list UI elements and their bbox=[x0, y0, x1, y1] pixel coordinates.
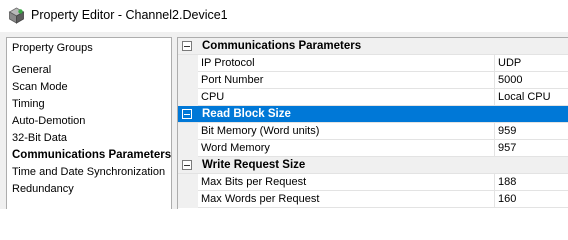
property-row[interactable]: IP Protocol UDP bbox=[178, 55, 568, 72]
category-label: Read Block Size bbox=[202, 108, 291, 120]
category-label: Write Request Size bbox=[202, 159, 306, 171]
category-label: Communications Parameters bbox=[202, 40, 362, 52]
property-row[interactable]: Max Bits per Request 188 bbox=[178, 174, 568, 191]
group-item-time-date-sync[interactable]: Time and Date Synchronization bbox=[12, 164, 171, 181]
collapse-icon[interactable] bbox=[182, 41, 192, 51]
property-row[interactable]: Word Memory 957 bbox=[178, 140, 568, 157]
property-row[interactable]: Max Words per Request 160 bbox=[178, 191, 568, 208]
property-groups-list: General Scan Mode Timing Auto-Demotion 3… bbox=[12, 62, 171, 198]
property-name: Port Number bbox=[198, 72, 495, 89]
property-name: Max Bits per Request bbox=[198, 174, 495, 191]
title-bar: Property Editor - Channel2.Device1 bbox=[0, 0, 568, 32]
property-name: CPU bbox=[198, 89, 495, 106]
group-item-32-bit-data[interactable]: 32-Bit Data bbox=[12, 130, 171, 147]
category-write-request-size[interactable]: Write Request Size bbox=[178, 157, 568, 174]
property-row[interactable]: CPU Local CPU bbox=[178, 89, 568, 106]
property-value[interactable]: 959 bbox=[495, 123, 568, 140]
collapse-icon[interactable] bbox=[182, 160, 192, 170]
property-value[interactable]: Local CPU bbox=[495, 89, 568, 106]
property-name: IP Protocol bbox=[198, 55, 495, 72]
property-value[interactable]: 957 bbox=[495, 140, 568, 157]
collapse-icon[interactable] bbox=[182, 109, 192, 119]
property-value[interactable]: UDP bbox=[495, 55, 568, 72]
property-row[interactable]: Port Number 5000 bbox=[178, 72, 568, 89]
property-name: Max Words per Request bbox=[198, 191, 495, 208]
property-value[interactable]: 188 bbox=[495, 174, 568, 191]
property-name: Bit Memory (Word units) bbox=[198, 123, 495, 140]
property-groups-header: Property Groups bbox=[12, 42, 93, 54]
property-row[interactable]: Bit Memory (Word units) 959 bbox=[178, 123, 568, 140]
group-item-general[interactable]: General bbox=[12, 62, 171, 79]
group-item-scan-mode[interactable]: Scan Mode bbox=[12, 79, 171, 96]
property-value[interactable]: 160 bbox=[495, 191, 568, 208]
group-item-redundancy[interactable]: Redundancy bbox=[12, 181, 171, 198]
group-item-timing[interactable]: Timing bbox=[12, 96, 171, 113]
property-value[interactable]: 5000 bbox=[495, 72, 568, 89]
property-grid: Communications Parameters IP Protocol UD… bbox=[177, 37, 568, 209]
category-communications-parameters[interactable]: Communications Parameters bbox=[178, 38, 568, 55]
window-title: Property Editor - Channel2.Device1 bbox=[31, 8, 228, 22]
group-item-auto-demotion[interactable]: Auto-Demotion bbox=[12, 113, 171, 130]
editor-content: Property Groups General Scan Mode Timing… bbox=[0, 32, 568, 209]
property-editor-app-icon bbox=[8, 7, 25, 24]
property-groups-panel: Property Groups General Scan Mode Timing… bbox=[6, 37, 172, 209]
group-item-communications-parameters[interactable]: Communications Parameters bbox=[12, 147, 171, 164]
property-name: Word Memory bbox=[198, 140, 495, 157]
category-read-block-size[interactable]: Read Block Size bbox=[178, 106, 568, 123]
